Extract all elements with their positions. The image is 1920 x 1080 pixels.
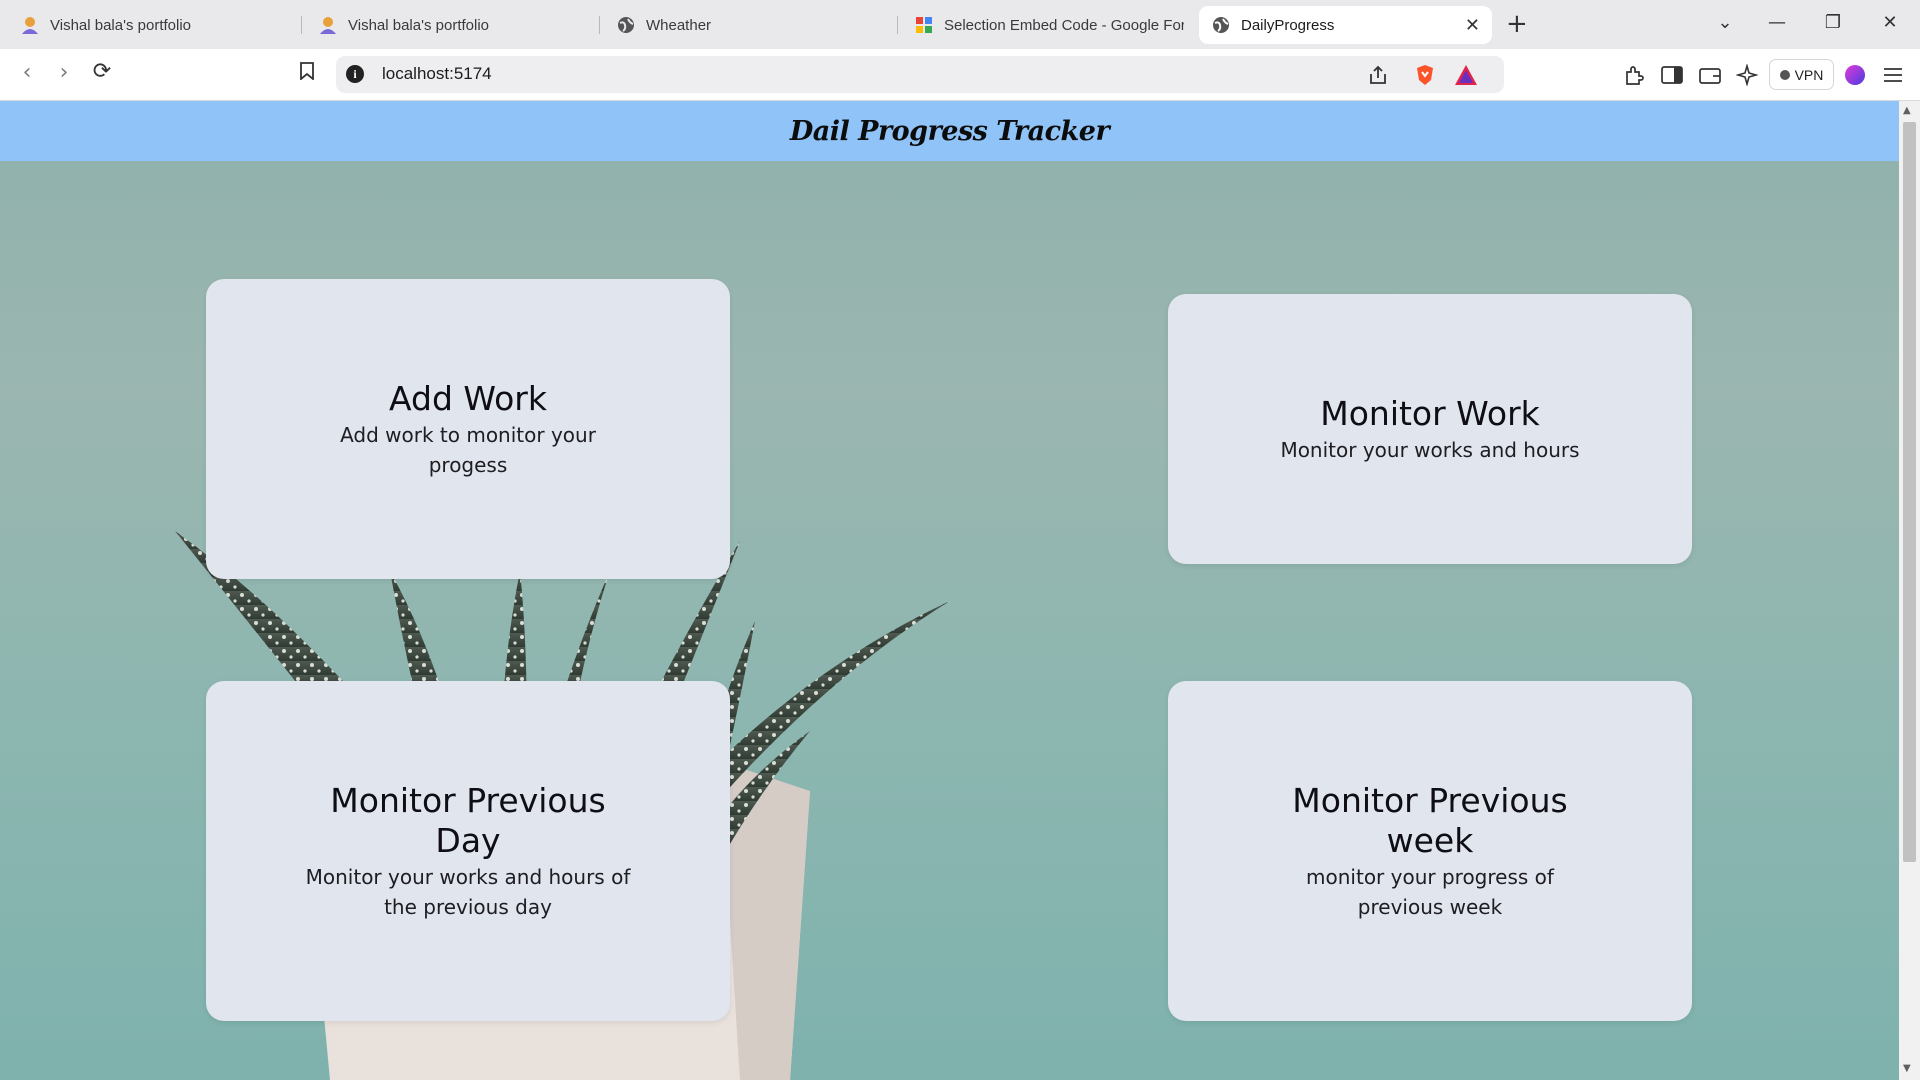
brave-shields-icon[interactable] bbox=[1413, 63, 1437, 87]
card-description: monitor your progress of previous week bbox=[1306, 864, 1554, 919]
tab-google-forms[interactable]: Selection Embed Code - Google For bbox=[902, 6, 1196, 44]
tab-label: Wheather bbox=[646, 16, 712, 34]
profile-avatar-icon[interactable] bbox=[1842, 62, 1868, 88]
card-description: Monitor your works and hours bbox=[1280, 437, 1580, 462]
avatar-icon bbox=[20, 15, 40, 35]
monitor-previous-day-card[interactable]: Monitor Previous Day Monitor your works … bbox=[206, 681, 730, 1021]
wallet-icon[interactable] bbox=[1697, 62, 1723, 88]
close-window-icon[interactable]: ✕ bbox=[1878, 12, 1902, 33]
tab-portfolio-1[interactable]: Vishal bala's portfolio bbox=[8, 6, 302, 44]
tab-dailyprogress[interactable]: DailyProgress ✕ bbox=[1199, 6, 1492, 44]
card-title: Add Work bbox=[389, 378, 547, 418]
card-title: Monitor Previous week bbox=[1292, 780, 1568, 860]
minimize-icon[interactable]: — bbox=[1765, 12, 1789, 33]
reload-icon[interactable]: ⟳ bbox=[87, 59, 117, 84]
tab-divider bbox=[301, 16, 302, 34]
site-info-icon[interactable]: i bbox=[346, 65, 364, 83]
card-title: Monitor Previous Day bbox=[330, 780, 606, 860]
extensions-icon[interactable] bbox=[1621, 62, 1647, 88]
globe-icon bbox=[1211, 15, 1231, 35]
tab-label: Vishal bala's portfolio bbox=[50, 16, 192, 34]
forward-icon[interactable]: › bbox=[49, 60, 79, 85]
app-title: Dail Progress Tracker bbox=[789, 115, 1110, 147]
google-forms-icon bbox=[914, 15, 934, 35]
url-field[interactable]: i localhost:5174 bbox=[336, 56, 1504, 93]
bookmark-icon[interactable] bbox=[292, 61, 322, 86]
tab-label: Selection Embed Code - Google For bbox=[944, 16, 1184, 34]
close-tab-icon[interactable]: ✕ bbox=[1465, 15, 1480, 36]
vpn-label: VPN bbox=[1794, 66, 1824, 83]
tab-strip: Vishal bala's portfolio Vishal bala's po… bbox=[0, 0, 1920, 49]
globe-icon bbox=[616, 15, 636, 35]
scroll-down-icon[interactable]: ▼ bbox=[1903, 1063, 1911, 1074]
card-description: Add work to monitor your progess bbox=[340, 422, 596, 477]
tab-divider bbox=[897, 16, 898, 34]
tab-label: Vishal bala's portfolio bbox=[348, 16, 490, 34]
tab-divider bbox=[599, 16, 600, 34]
app-header: Dail Progress Tracker bbox=[0, 101, 1899, 161]
share-icon[interactable] bbox=[1366, 63, 1390, 87]
vpn-status-icon bbox=[1779, 69, 1790, 80]
brave-rewards-icon[interactable] bbox=[1454, 63, 1478, 87]
url-text: localhost:5174 bbox=[382, 64, 492, 83]
avatar-icon bbox=[318, 15, 338, 35]
page-viewport: Dail Progress Tracker Add Work Add work … bbox=[0, 101, 1899, 1080]
card-title: Monitor Work bbox=[1320, 393, 1540, 433]
tab-search-chevron-icon[interactable]: ⌄ bbox=[1713, 12, 1737, 33]
card-description: Monitor your works and hours of the prev… bbox=[305, 864, 631, 919]
back-icon[interactable]: ‹ bbox=[12, 60, 42, 85]
add-work-card[interactable]: Add Work Add work to monitor your proges… bbox=[206, 279, 730, 579]
tab-weather[interactable]: Wheather bbox=[604, 6, 898, 44]
new-tab-icon[interactable]: + bbox=[1506, 11, 1528, 37]
sidebar-icon[interactable] bbox=[1659, 62, 1685, 88]
scrollbar-thumb[interactable] bbox=[1903, 122, 1916, 862]
address-bar: ‹ › ⟳ i localhost:5174 VPN bbox=[0, 49, 1920, 101]
tab-portfolio-2[interactable]: Vishal bala's portfolio bbox=[306, 6, 600, 44]
menu-icon[interactable] bbox=[1880, 62, 1906, 88]
monitor-previous-week-card[interactable]: Monitor Previous week monitor your progr… bbox=[1168, 681, 1692, 1021]
tab-label: DailyProgress bbox=[1241, 16, 1335, 34]
leo-ai-icon[interactable] bbox=[1734, 62, 1760, 88]
monitor-work-card[interactable]: Monitor Work Monitor your works and hour… bbox=[1168, 294, 1692, 564]
vpn-button[interactable]: VPN bbox=[1769, 59, 1834, 90]
scroll-up-icon[interactable]: ▲ bbox=[1903, 105, 1911, 116]
restore-icon[interactable]: ❐ bbox=[1821, 12, 1845, 33]
